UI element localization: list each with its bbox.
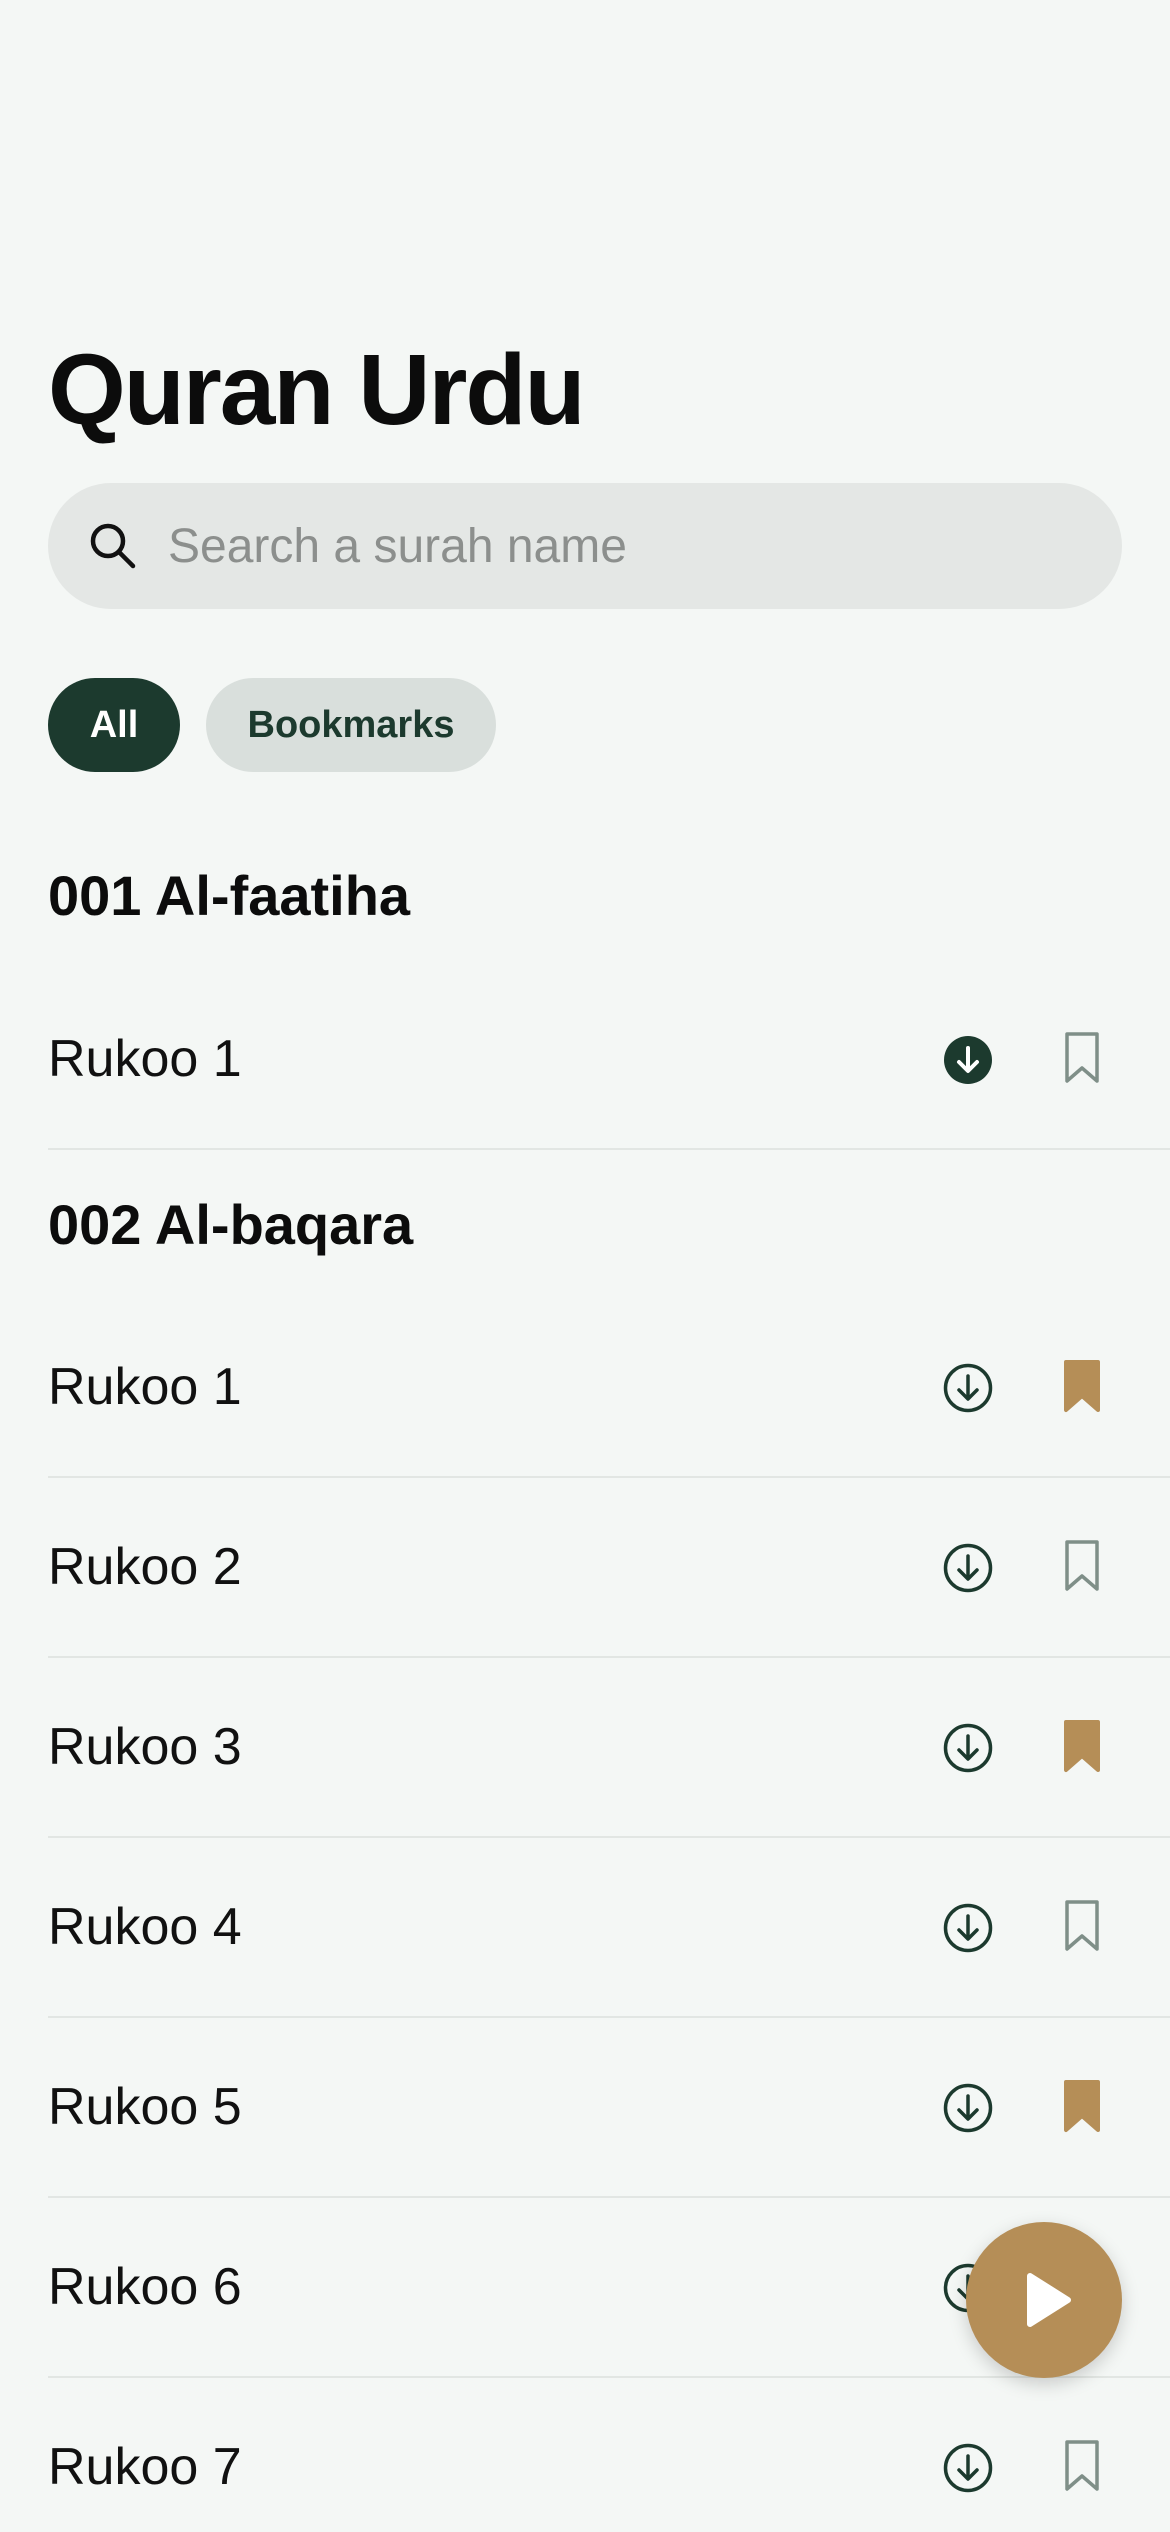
download-icon (943, 2443, 993, 2493)
bookmark-icon (1065, 1900, 1099, 1951)
download-button[interactable] (942, 2082, 994, 2134)
download-icon (943, 1723, 993, 1773)
bookmark-icon (1065, 1540, 1099, 1591)
surah-header: 002 Al-baqara (0, 1150, 1170, 1298)
filter-tabs: All Bookmarks (48, 678, 496, 772)
surah-header: 001 Al-faatiha (0, 820, 1170, 970)
surah-title: 002 Al-baqara (48, 1192, 414, 1256)
bookmark-filled-icon (1064, 2080, 1100, 2132)
bookmark-icon (1065, 2440, 1099, 2491)
play-button[interactable] (966, 2222, 1122, 2378)
rukoo-label: Rukoo 4 (48, 1898, 242, 1956)
rukoo-label: Rukoo 2 (48, 1538, 242, 1596)
bookmark-filled-icon (1064, 1360, 1100, 1412)
rukoo-label: Rukoo 1 (48, 1030, 242, 1088)
downloaded-icon (944, 1036, 992, 1084)
search-input[interactable] (168, 518, 1048, 574)
play-icon (1027, 2273, 1071, 2327)
rukoo-label: Rukoo 6 (48, 2258, 242, 2316)
rukoo-label: Rukoo 3 (48, 1718, 242, 1776)
bookmark-button[interactable] (1060, 1030, 1104, 1086)
bookmark-button[interactable] (1060, 2078, 1104, 2134)
rukoo-label: Rukoo 1 (48, 1358, 242, 1416)
download-icon (943, 1363, 993, 1413)
search-bar[interactable] (48, 483, 1122, 609)
download-button[interactable] (942, 1902, 994, 1954)
rukoo-row[interactable]: Rukoo 1 (48, 1298, 1170, 1478)
filter-bookmarks-button[interactable]: Bookmarks (206, 678, 496, 772)
download-icon (943, 1543, 993, 1593)
rukoo-row[interactable]: Rukoo 5 (48, 2018, 1170, 2198)
download-button[interactable] (942, 1722, 994, 1774)
rukoo-row[interactable]: Rukoo 7 (48, 2378, 1170, 2532)
rukoo-row[interactable]: Rukoo 3 (48, 1658, 1170, 1838)
rukoo-label: Rukoo 5 (48, 2078, 242, 2136)
app-screen: Quran Urdu All Bookmarks 001 Al-faatiha R… (0, 0, 1170, 2532)
download-button[interactable] (942, 1362, 994, 1414)
download-button[interactable] (942, 1542, 994, 1594)
bookmark-button[interactable] (1060, 1538, 1104, 1594)
filter-all-button[interactable]: All (48, 678, 180, 772)
download-button[interactable] (942, 2442, 994, 2494)
bookmark-button[interactable] (1060, 1358, 1104, 1414)
surah-title: 001 Al-faatiha (48, 863, 411, 927)
download-icon (943, 2083, 993, 2133)
bookmark-button[interactable] (1060, 1898, 1104, 1954)
download-button[interactable] (942, 1034, 994, 1086)
rukoo-row[interactable]: Rukoo 2 (48, 1478, 1170, 1658)
bookmark-icon (1065, 1032, 1099, 1083)
bookmark-filled-icon (1064, 1720, 1100, 1772)
search-icon (86, 519, 140, 573)
rukoo-row[interactable]: Rukoo 4 (48, 1838, 1170, 2018)
page-title: Quran Urdu (48, 334, 586, 446)
download-icon (943, 1903, 993, 1953)
bookmark-button[interactable] (1060, 2438, 1104, 2494)
rukoo-label: Rukoo 7 (48, 2438, 242, 2496)
rukoo-row[interactable]: Rukoo 1 (48, 970, 1170, 1150)
bookmark-button[interactable] (1060, 1718, 1104, 1774)
